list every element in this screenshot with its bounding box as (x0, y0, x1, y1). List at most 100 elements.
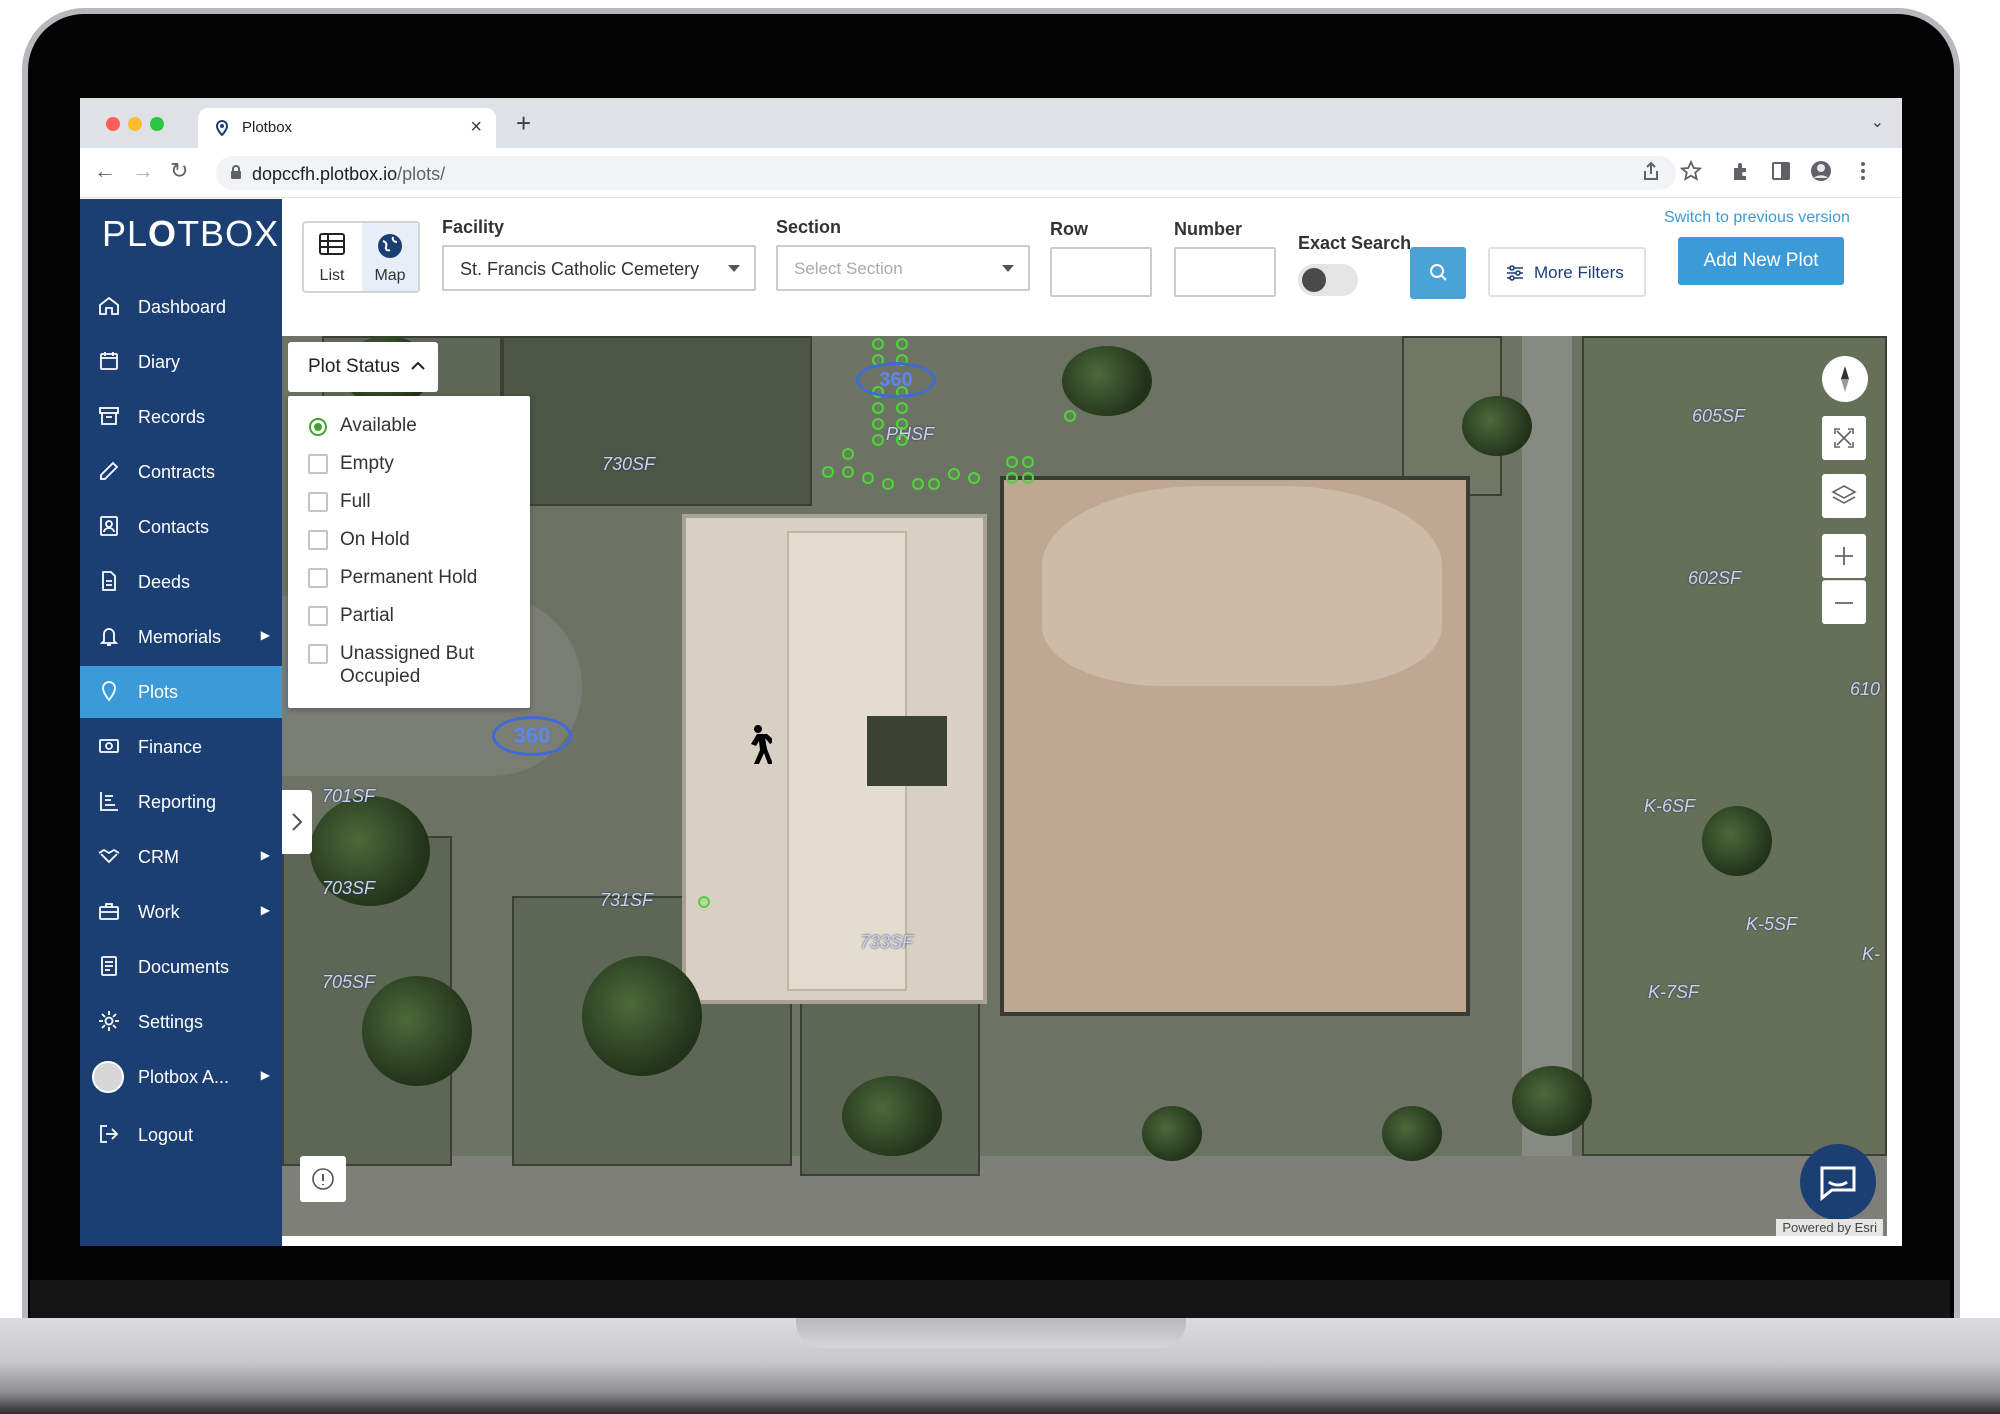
number-input[interactable] (1174, 247, 1276, 297)
layers-button[interactable] (1822, 474, 1866, 518)
available-plot-marker[interactable] (822, 466, 834, 478)
switch-version-link[interactable]: Switch to previous version (1664, 209, 1850, 227)
map-info-button[interactable] (300, 1156, 346, 1202)
fullscreen-button[interactable] (1822, 416, 1866, 460)
available-plot-marker[interactable] (882, 478, 894, 490)
exact-search-toggle[interactable] (1298, 264, 1358, 296)
available-plot-marker[interactable] (872, 418, 884, 430)
available-plot-marker[interactable] (968, 472, 980, 484)
available-plot-marker[interactable] (896, 402, 908, 414)
more-filters-button[interactable]: More Filters (1488, 247, 1646, 297)
plot-label[interactable]: 733SF (860, 932, 913, 953)
zoom-in-button[interactable] (1822, 534, 1866, 578)
available-plot-marker[interactable] (872, 402, 884, 414)
back-icon[interactable]: ← (94, 158, 116, 184)
zoom-out-button[interactable] (1822, 580, 1866, 624)
sidebar-item-memorials[interactable]: Memorials ▶ (80, 611, 282, 663)
facility-select[interactable]: St. Francis Catholic Cemetery (442, 245, 756, 291)
list-view-button[interactable]: List (304, 223, 360, 291)
checkbox[interactable] (308, 644, 328, 664)
available-plot-marker[interactable] (872, 338, 884, 350)
minimize-window-icon[interactable] (128, 117, 142, 131)
available-plot-marker[interactable] (896, 338, 908, 350)
extensions-icon[interactable] (1730, 160, 1752, 182)
available-plot-marker[interactable] (862, 472, 874, 484)
available-plot-marker[interactable] (698, 896, 710, 908)
section-select[interactable]: Select Section (776, 245, 1030, 291)
available-plot-marker[interactable] (896, 418, 908, 430)
plot-label[interactable]: 731SF (600, 890, 653, 911)
sidebar-item-records[interactable]: Records (80, 391, 282, 443)
sidebar-item-diary[interactable]: Diary (80, 336, 282, 388)
plot-label[interactable]: 705SF (322, 972, 375, 993)
satellite-map[interactable]: 730SF 605SF 602SF 610 701SF 703SF 731SF … (282, 336, 1887, 1236)
sidebar-item-finance[interactable]: Finance (80, 721, 282, 773)
expand-panel-button[interactable] (282, 790, 312, 854)
row-input[interactable] (1050, 247, 1152, 297)
available-plot-marker[interactable] (1064, 410, 1076, 422)
available-plot-marker[interactable] (1022, 472, 1034, 484)
search-button[interactable] (1410, 247, 1466, 299)
available-plot-marker[interactable] (842, 466, 854, 478)
sidebar-item-crm[interactable]: CRM ▶ (80, 831, 282, 883)
profile-icon[interactable] (1810, 160, 1832, 182)
sidebar-item-plots[interactable]: Plots (80, 666, 282, 718)
share-icon[interactable] (1640, 160, 1662, 182)
panorama-360-marker[interactable]: 360 (492, 716, 572, 756)
reload-icon[interactable]: ↻ (170, 158, 188, 184)
browser-tab[interactable]: Plotbox × (198, 108, 496, 148)
bookmark-star-icon[interactable] (1680, 160, 1702, 182)
plot-label[interactable]: 730SF (602, 454, 655, 475)
plot-label[interactable]: 610 (1850, 679, 1880, 700)
plot-label[interactable]: K- (1862, 944, 1880, 965)
plot-label[interactable]: 701SF (322, 786, 375, 807)
checkbox[interactable] (308, 492, 328, 512)
plot-label[interactable]: 703SF (322, 878, 375, 899)
sidebar-item-documents[interactable]: Documents (80, 941, 282, 993)
browser-menu-icon[interactable] (1852, 160, 1874, 182)
plot-label[interactable]: K-6SF (1644, 796, 1695, 817)
sidebar-item-contacts[interactable]: Contacts (80, 501, 282, 553)
forward-icon[interactable]: → (132, 158, 154, 184)
checkbox[interactable] (308, 568, 328, 588)
add-new-plot-button[interactable]: Add New Plot (1678, 237, 1844, 285)
plot-label[interactable]: 605SF (1692, 406, 1745, 427)
available-plot-marker[interactable] (1022, 456, 1034, 468)
plotbox-logo[interactable]: PLOTBOX (102, 213, 279, 255)
sidebar-item-account[interactable]: Plotbox A... ▶ (80, 1051, 282, 1103)
maximize-window-icon[interactable] (150, 117, 164, 131)
available-plot-marker[interactable] (1006, 472, 1018, 484)
sidebar-item-reporting[interactable]: Reporting (80, 776, 282, 828)
plot-label[interactable]: K-7SF (1648, 982, 1699, 1003)
sidebar-item-dashboard[interactable]: Dashboard (80, 281, 282, 333)
sidebar-item-deeds[interactable]: Deeds (80, 556, 282, 608)
available-plot-marker[interactable] (842, 448, 854, 460)
close-tab-icon[interactable]: × (470, 116, 482, 139)
plot-label[interactable]: K-5SF (1746, 914, 1797, 935)
panorama-360-marker[interactable]: 360 (856, 362, 936, 398)
compass-button[interactable] (1822, 356, 1868, 402)
available-plot-marker[interactable] (948, 468, 960, 480)
tab-search-chevron-icon[interactable]: ⌄ (1871, 112, 1884, 132)
map-view-button[interactable]: Map (362, 223, 418, 291)
checkbox[interactable] (308, 530, 328, 550)
available-plot-marker[interactable] (896, 434, 908, 446)
street-view-pegman-icon[interactable] (742, 724, 772, 768)
available-plot-marker[interactable] (872, 434, 884, 446)
sidebar-item-settings[interactable]: Settings (80, 996, 282, 1048)
side-panel-icon[interactable] (1770, 160, 1792, 182)
checkbox[interactable] (308, 606, 328, 626)
available-plot-marker[interactable] (1006, 456, 1018, 468)
checkbox[interactable] (308, 454, 328, 474)
close-window-icon[interactable] (106, 117, 120, 131)
plot-label[interactable]: PHSF (886, 424, 934, 445)
esri-attribution[interactable]: Powered by Esri (1776, 1219, 1883, 1236)
chat-launcher-button[interactable] (1800, 1144, 1876, 1220)
new-tab-icon[interactable]: + (516, 108, 531, 139)
url-bar[interactable]: dopccfh.plotbox.io/plots/ (216, 156, 1676, 190)
plot-label[interactable]: 602SF (1688, 568, 1741, 589)
sidebar-item-logout[interactable]: Logout (80, 1109, 282, 1161)
available-plot-marker[interactable] (912, 478, 924, 490)
sidebar-item-work[interactable]: Work ▶ (80, 886, 282, 938)
sidebar-item-contracts[interactable]: Contracts (80, 446, 282, 498)
